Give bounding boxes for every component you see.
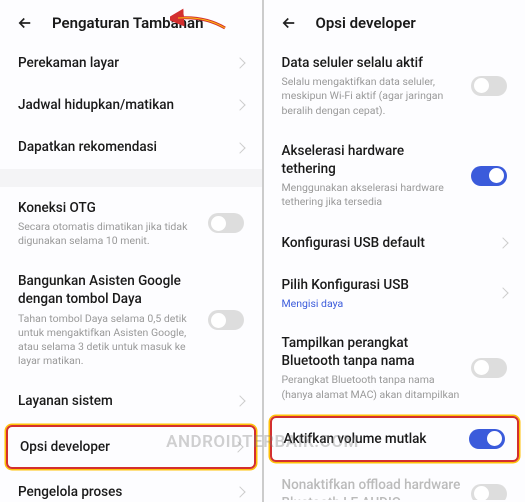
row-system-services[interactable]: Layanan sistem bbox=[0, 380, 262, 422]
row-tethering-accel[interactable]: Akselerasi hardware tethering Menggunaka… bbox=[264, 130, 525, 222]
row-assistant[interactable]: Bangunkan Asisten Google dengan tombol D… bbox=[0, 260, 262, 380]
left-title: Pengaturan Tambahan bbox=[52, 14, 204, 32]
row-usb-pick[interactable]: Pilih Konfigurasi USB Mengisi daya bbox=[264, 264, 525, 322]
cellular-toggle[interactable] bbox=[471, 76, 507, 96]
le-audio-toggle bbox=[471, 484, 507, 500]
row-cellular-always-on[interactable]: Data seluler selalu aktif Selalu mengakt… bbox=[264, 42, 525, 130]
chevron-icon bbox=[234, 396, 245, 407]
settings-pane: Pengaturan Tambahan Perekaman layar Jadw… bbox=[0, 0, 264, 502]
row-otg[interactable]: Koneksi OTG Secara otomatis dimatikan ji… bbox=[0, 187, 262, 261]
otg-toggle[interactable] bbox=[208, 213, 244, 233]
assistant-toggle[interactable] bbox=[208, 310, 244, 330]
back-icon[interactable] bbox=[16, 14, 34, 32]
row-schedule-power[interactable]: Jadwal hidupkan/matikan bbox=[0, 84, 262, 126]
row-bt-unnamed[interactable]: Tampilkan perangkat Bluetooth tanpa nama… bbox=[264, 322, 525, 414]
left-header: Pengaturan Tambahan bbox=[0, 0, 262, 42]
row-process-manager[interactable]: Pengelola proses bbox=[0, 471, 262, 500]
back-icon[interactable] bbox=[280, 14, 298, 32]
chevron-icon bbox=[497, 287, 508, 298]
chevron-icon bbox=[234, 57, 245, 68]
row-absolute-volume[interactable]: Aktifkan volume mutlak bbox=[270, 416, 520, 462]
absolute-volume-toggle[interactable] bbox=[469, 429, 505, 449]
section-divider bbox=[0, 169, 262, 187]
row-recommendations[interactable]: Dapatkan rekomendasi bbox=[0, 126, 262, 168]
tethering-toggle[interactable] bbox=[471, 166, 507, 186]
chevron-icon bbox=[497, 237, 508, 248]
bt-unnamed-toggle[interactable] bbox=[471, 358, 507, 378]
right-header: Opsi developer bbox=[264, 0, 525, 42]
row-screen-record[interactable]: Perekaman layar bbox=[0, 42, 262, 84]
chevron-icon bbox=[234, 142, 245, 153]
developer-options-pane: Opsi developer Data seluler selalu aktif… bbox=[264, 0, 525, 502]
right-title: Opsi developer bbox=[316, 14, 416, 32]
chevron-icon bbox=[234, 486, 245, 497]
chevron-icon bbox=[232, 441, 243, 452]
row-usb-default[interactable]: Konfigurasi USB default bbox=[264, 222, 525, 264]
row-developer-options[interactable]: Opsi developer bbox=[6, 425, 256, 469]
chevron-icon bbox=[234, 100, 245, 111]
row-le-audio: Nonaktifkan offload hardware Bluetooth L… bbox=[264, 464, 525, 500]
